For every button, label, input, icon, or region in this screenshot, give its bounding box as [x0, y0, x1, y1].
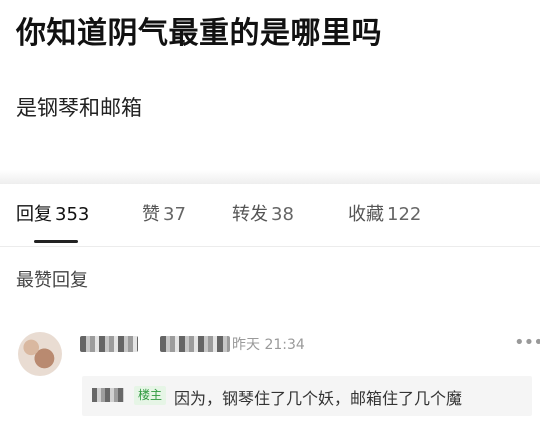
tab-count: 353: [55, 204, 90, 225]
more-horizontal-icon[interactable]: •••: [514, 332, 540, 353]
tab-label: 收藏: [348, 204, 384, 225]
blurred-reply-username[interactable]: [92, 388, 124, 402]
tab-count: 37: [163, 204, 186, 225]
tab-reposts[interactable]: 转发 38: [232, 200, 294, 226]
comment-item: 昨天 21:34 ••• 楼主 因为，钢琴住了几个妖，邮箱住了几个魔: [0, 318, 540, 422]
avatar[interactable]: [18, 332, 62, 376]
blurred-user-info: [160, 336, 230, 352]
tab-likes[interactable]: 赞 37: [142, 200, 186, 226]
nested-reply[interactable]: 楼主 因为，钢琴住了几个妖，邮箱住了几个魔: [82, 376, 532, 416]
post-title: 你知道阴气最重的是哪里吗: [16, 16, 382, 51]
tab-label: 转发: [232, 204, 268, 225]
reply-text: 因为，钢琴住了几个妖，邮箱住了几个魔: [174, 389, 463, 408]
tab-favorites[interactable]: 收藏 122: [348, 200, 421, 226]
tab-label: 回复: [16, 204, 52, 225]
post-body: 是钢琴和邮箱: [16, 96, 142, 120]
comment-timestamp: 昨天 21:34: [232, 337, 305, 353]
tab-count: 122: [387, 204, 422, 225]
tab-replies[interactable]: 回复 353: [16, 200, 89, 226]
tab-count: 38: [271, 204, 294, 225]
section-divider: [0, 170, 540, 184]
tab-label: 赞: [142, 204, 160, 225]
section-title: 最赞回复: [16, 270, 88, 291]
tab-bar-divider: [0, 246, 540, 247]
blurred-username[interactable]: [80, 336, 138, 352]
op-badge: 楼主: [134, 386, 167, 405]
active-tab-indicator: [34, 240, 78, 243]
tab-bar: 回复 353 赞 37 转发 38 收藏 122: [0, 200, 540, 234]
